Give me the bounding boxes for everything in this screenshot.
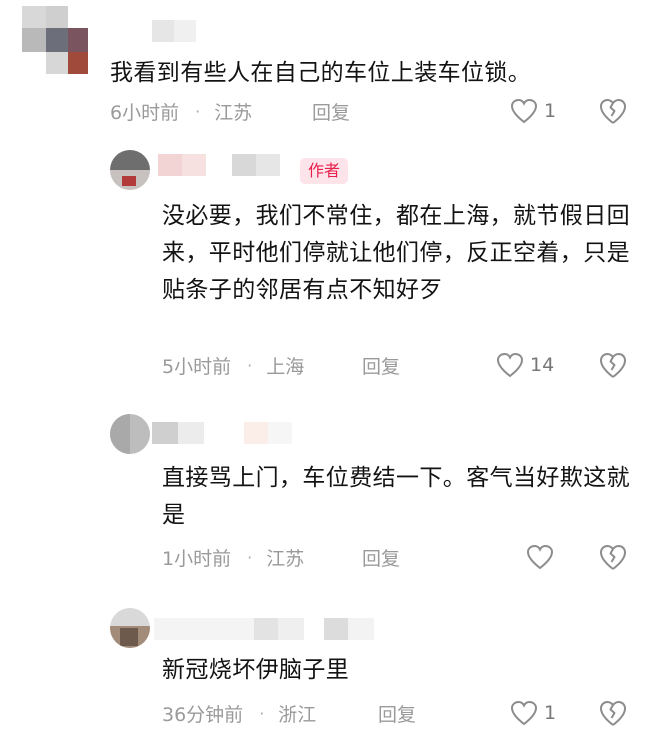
reply-button[interactable]: 回复 <box>312 96 350 126</box>
comment-item: 新冠烧坏伊脑子里 36分钟前 · 浙江 回复 1 <box>0 600 660 738</box>
comment-time: 1小时前 <box>162 547 232 570</box>
comment-text: 新冠烧坏伊脑子里 <box>162 657 350 683</box>
heart-outline-icon <box>510 98 538 124</box>
broken-heart-outline-icon[interactable] <box>598 350 628 380</box>
comment-time: 36分钟前 <box>162 703 244 726</box>
reply-button[interactable]: 回复 <box>362 542 400 572</box>
comment-meta: 5小时前 · 上海 <box>162 350 362 380</box>
like-count: 1 <box>544 702 557 724</box>
meta-separator: · <box>195 101 201 121</box>
like-button[interactable]: 14 <box>496 350 554 380</box>
broken-heart-outline-icon[interactable] <box>598 542 628 572</box>
comment-meta: 36分钟前 · 浙江 <box>162 698 382 728</box>
heart-outline-icon <box>510 700 538 726</box>
username-blurred[interactable] <box>152 20 196 42</box>
comment-location: 江苏 <box>214 101 253 124</box>
like-button[interactable] <box>526 542 560 572</box>
like-button[interactable]: 1 <box>510 698 556 728</box>
author-badge: 作者 <box>300 158 349 184</box>
comment-time: 6小时前 <box>110 101 180 124</box>
comment-meta: 6小时前 · 江苏 <box>110 96 310 126</box>
comment-text: 直接骂上门，车位费结一下。客气当好欺这就是 <box>162 465 630 528</box>
meta-separator: · <box>259 703 265 723</box>
reply-button[interactable]: 回复 <box>362 350 400 380</box>
comment-location: 上海 <box>266 355 305 378</box>
like-button[interactable]: 1 <box>510 96 556 126</box>
avatar[interactable] <box>110 414 150 454</box>
reply-button[interactable]: 回复 <box>378 698 416 728</box>
heart-outline-icon <box>526 544 554 570</box>
username-blurred[interactable] <box>154 618 374 640</box>
avatar[interactable] <box>22 6 92 76</box>
username-blurred[interactable] <box>158 154 280 176</box>
like-count: 14 <box>530 354 555 376</box>
avatar[interactable] <box>110 608 150 648</box>
comment-location: 浙江 <box>278 703 317 726</box>
comment-text: 我看到有些人在自己的车位上装车位锁。 <box>110 60 532 86</box>
broken-heart-outline-icon[interactable] <box>598 698 628 728</box>
comment-item: 我看到有些人在自己的车位上装车位锁。 6小时前 · 江苏 回复 1 <box>0 0 660 150</box>
meta-separator: · <box>247 355 253 375</box>
broken-heart-outline-icon[interactable] <box>598 96 628 126</box>
meta-separator: · <box>247 547 253 567</box>
comment-location: 江苏 <box>266 547 305 570</box>
comment-meta: 1小时前 · 江苏 <box>162 542 362 572</box>
comment-time: 5小时前 <box>162 355 232 378</box>
comment-text: 没必要，我们不常住，都在上海，就节假日回来，平时他们停就让他们停，反正空着，只是… <box>162 203 630 303</box>
like-count: 1 <box>544 100 557 122</box>
comment-item: 直接骂上门，车位费结一下。客气当好欺这就是 1小时前 · 江苏 回复 <box>0 400 660 590</box>
heart-outline-icon <box>496 352 524 378</box>
username-blurred[interactable] <box>152 422 292 444</box>
avatar[interactable] <box>110 150 150 190</box>
comment-item: 作者 没必要，我们不常住，都在上海，就节假日回来，平时他们停就让他们停，反正空着… <box>0 140 660 390</box>
